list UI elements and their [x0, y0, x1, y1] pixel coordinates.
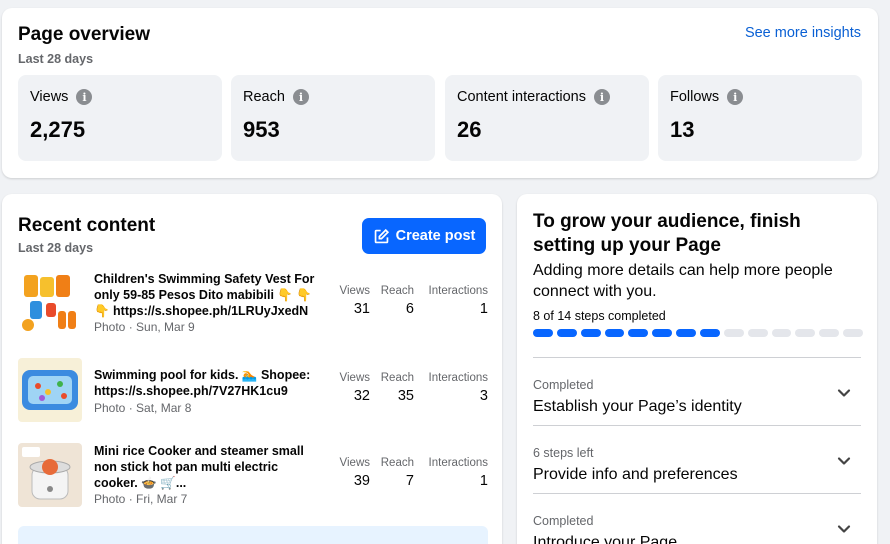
- setup-description: Adding more details can help more people…: [533, 262, 833, 300]
- metric-follows[interactable]: Follows i 13: [658, 75, 862, 161]
- progress-segment: [533, 329, 553, 337]
- progress-segment: [771, 329, 792, 337]
- page-overview-title: Page overview: [18, 24, 151, 45]
- post-row[interactable]: Children's Swimming Safety Vest For only…: [18, 271, 488, 337]
- post-thumbnail[interactable]: [18, 271, 82, 335]
- chevron-down-icon[interactable]: [837, 522, 851, 536]
- progress-segment: [556, 329, 577, 337]
- post-views: Views 39: [340, 457, 370, 489]
- see-more-insights-link[interactable]: See more insights: [745, 25, 861, 41]
- metric-views[interactable]: Views i 2,275: [18, 75, 222, 161]
- progress-segment: [747, 329, 768, 337]
- create-post-label: Create post: [395, 228, 476, 244]
- stat-label: Reach: [380, 285, 414, 297]
- stat-value: 6: [405, 301, 414, 317]
- step-name: Provide info and preferences: [533, 466, 738, 483]
- info-icon[interactable]: i: [593, 89, 610, 105]
- post-meta: Photo · Fri, Mar 7: [94, 492, 188, 506]
- progress-segment: [604, 329, 625, 337]
- progress-segment: [723, 329, 744, 337]
- step-name: Introduce your Page: [533, 534, 678, 544]
- post-reach: Reach 6: [381, 285, 414, 317]
- post-thumbnail[interactable]: [18, 358, 82, 422]
- setup-title: To grow your audience, finish setting up…: [533, 211, 801, 256]
- metric-value: 13: [670, 117, 695, 142]
- metric-label: Content interactions: [457, 89, 586, 105]
- see-more-content-button[interactable]: [18, 526, 488, 544]
- stat-label: Interactions: [428, 457, 488, 469]
- post-title[interactable]: Swimming pool for kids. 🏊 Shopee: https:…: [94, 367, 316, 399]
- metric-label: Follows: [670, 89, 720, 105]
- stat-value: 31: [353, 301, 370, 317]
- stat-value: 3: [479, 388, 488, 404]
- progress-segment: [700, 329, 720, 337]
- stat-label: Interactions: [428, 285, 488, 297]
- create-post-button[interactable]: Create post: [362, 218, 486, 254]
- metric-content-interactions[interactable]: Content interactions i 26: [445, 75, 649, 161]
- edit-icon: [374, 228, 389, 243]
- stat-value: 1: [479, 473, 488, 489]
- progress-label: 8 of 14 steps completed: [533, 309, 666, 323]
- progress-segment: [628, 329, 649, 337]
- stat-value: 7: [405, 473, 414, 489]
- recent-content-title: Recent content: [18, 215, 156, 236]
- stat-label: Interactions: [428, 372, 488, 384]
- post-title[interactable]: Mini rice Cooker and steamer small non s…: [94, 443, 316, 491]
- metric-reach[interactable]: Reach i 953: [231, 75, 435, 161]
- progress-segment: [580, 329, 601, 337]
- post-title[interactable]: Children's Swimming Safety Vest For only…: [94, 271, 316, 319]
- metric-value: 26: [457, 117, 482, 142]
- step-status: Completed: [533, 378, 594, 392]
- progress-segment: [795, 329, 816, 337]
- recent-content-subtitle: Last 28 days: [18, 241, 94, 255]
- post-reach: Reach 35: [381, 372, 414, 404]
- step-status: Completed: [533, 514, 594, 528]
- step-name: Establish your Page’s identity: [533, 398, 742, 415]
- post-meta: Photo · Sat, Mar 8: [94, 401, 192, 415]
- info-icon[interactable]: i: [76, 89, 93, 105]
- stat-label: Reach: [380, 372, 414, 384]
- page-overview-card: Page overview Last 28 days See more insi…: [2, 8, 878, 178]
- post-row[interactable]: Mini rice Cooker and steamer small non s…: [18, 443, 488, 509]
- post-row[interactable]: Swimming pool for kids. 🏊 Shopee: https:…: [18, 358, 488, 424]
- chevron-down-icon[interactable]: [837, 386, 851, 400]
- stat-value: 35: [397, 388, 414, 404]
- stat-label: Views: [339, 285, 370, 297]
- stat-label: Views: [339, 457, 370, 469]
- metric-label: Reach: [243, 89, 285, 105]
- post-reach: Reach 7: [381, 457, 414, 489]
- page-setup-card: To grow your audience, finish setting up…: [517, 194, 877, 544]
- progress-segment: [819, 329, 840, 337]
- recent-content-card: Recent content Last 28 days Create post …: [2, 194, 502, 544]
- stat-label: Views: [339, 372, 370, 384]
- post-thumbnail[interactable]: [18, 443, 82, 507]
- step-introduce-page[interactable]: Completed Introduce your Page: [533, 493, 861, 544]
- progress-segment: [652, 329, 673, 337]
- chevron-down-icon[interactable]: [837, 454, 851, 468]
- progress-segment: [676, 329, 697, 337]
- stat-value: 1: [479, 301, 488, 317]
- post-interactions: Interactions 1: [429, 285, 488, 317]
- page-overview-subtitle: Last 28 days: [18, 52, 94, 66]
- step-establish-identity[interactable]: Completed Establish your Page’s identity: [533, 357, 861, 425]
- post-interactions: Interactions 3: [429, 372, 488, 404]
- metric-label: Views: [30, 89, 69, 105]
- stat-label: Reach: [380, 457, 414, 469]
- step-status: 6 steps left: [533, 446, 594, 460]
- post-meta: Photo · Sun, Mar 9: [94, 320, 195, 334]
- metric-value: 2,275: [30, 117, 86, 142]
- progress-segment: [843, 329, 864, 337]
- post-views: Views 32: [340, 372, 370, 404]
- stat-value: 39: [353, 473, 370, 489]
- step-provide-info[interactable]: 6 steps left Provide info and preference…: [533, 425, 861, 493]
- info-icon[interactable]: i: [292, 89, 309, 105]
- info-icon[interactable]: i: [727, 89, 744, 105]
- post-interactions: Interactions 1: [429, 457, 488, 489]
- stat-value: 32: [353, 388, 370, 404]
- metric-value: 953: [243, 117, 280, 142]
- setup-progress-bar: [533, 329, 864, 337]
- post-views: Views 31: [340, 285, 370, 317]
